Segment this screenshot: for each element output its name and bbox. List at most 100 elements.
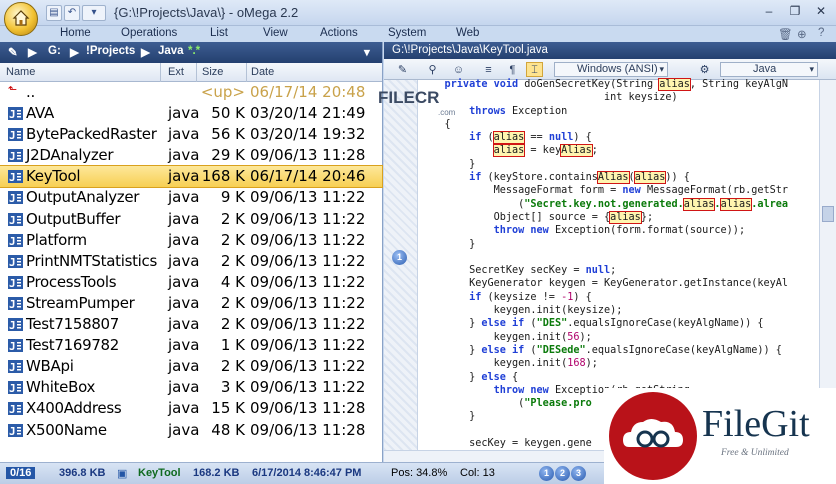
file-ext: java xyxy=(168,420,200,439)
col-name[interactable]: Name xyxy=(6,66,35,78)
scroll-thumb[interactable] xyxy=(822,206,834,222)
bookmark-3-button[interactable]: 3 xyxy=(571,466,586,481)
code-line: if (keyStore.containsAlias(alias)) { xyxy=(420,171,690,185)
word-wrap-icon[interactable]: ⌶ xyxy=(526,62,543,77)
file-size: 56 K xyxy=(211,125,245,144)
list-icon[interactable]: ≡ xyxy=(480,62,497,77)
file-date: 09/06/13 11:28 xyxy=(250,146,366,165)
editor-toolbar: ✎ ⚲ ☺ ≡ ¶ ⌶ Windows (ANSI) ▾ ⚙ Java ▾ xyxy=(384,59,836,80)
path-folder[interactable]: !Projects xyxy=(86,45,135,57)
file-row[interactable]: J J2DAnalyzer java 29 K 09/06/13 11:28 xyxy=(0,145,382,166)
file-ext: java xyxy=(168,125,200,144)
column-header: Name Ext Size Date xyxy=(0,63,382,82)
file-row[interactable]: J OutputBuffer java 2 K 09/06/13 11:22 xyxy=(0,209,382,230)
filegit-watermark: FileGit Free & Unlimited xyxy=(604,388,836,484)
ribbon-help-icon[interactable]: ? xyxy=(818,27,824,39)
col-ext[interactable]: Ext xyxy=(168,66,184,78)
status-selected-size: 396.8 KB xyxy=(59,467,106,479)
edit-mode-icon[interactable]: ✎ xyxy=(394,62,411,77)
file-date: 09/06/13 11:22 xyxy=(250,293,366,312)
file-row[interactable]: J Platform java 2 K 09/06/13 11:22 xyxy=(0,230,382,251)
ribbon-lock-icon[interactable]: ⊕ xyxy=(797,27,807,41)
tab-operations[interactable]: Operations xyxy=(121,27,177,39)
file-row[interactable]: J X500Name java 48 K 09/06/13 11:28 xyxy=(0,420,382,441)
path-filter[interactable]: *.* xyxy=(188,45,200,57)
settings-icon[interactable]: ⚙ xyxy=(696,62,713,77)
file-row[interactable]: J ProcessTools java 4 K 09/06/13 11:22 xyxy=(0,272,382,293)
file-size: 2 K xyxy=(220,251,245,270)
bookmark-1-button[interactable]: 1 xyxy=(539,466,554,481)
file-name: J2DAnalyzer xyxy=(26,146,114,165)
file-row[interactable]: J OutputAnalyzer java 9 K 09/06/13 11:22 xyxy=(0,187,382,208)
parent-dir-icon: ⬑ xyxy=(8,83,18,96)
status-current-size: 168.2 KB xyxy=(193,467,240,479)
find-icon[interactable]: ⚲ xyxy=(424,62,441,77)
svg-text:J: J xyxy=(9,340,16,352)
file-name: PrintNMTStatistics xyxy=(26,251,157,270)
save-icon[interactable]: ▤ xyxy=(46,5,62,21)
encoding-select[interactable]: Windows (ANSI) ▾ xyxy=(554,62,668,77)
file-ext: java xyxy=(168,336,200,355)
bookmark-2-button[interactable]: 2 xyxy=(555,466,570,481)
undo-icon[interactable]: ↶ xyxy=(64,5,80,21)
emoticon-icon[interactable]: ☺ xyxy=(450,62,467,77)
filecr-text: FILECR xyxy=(378,88,440,107)
file-row[interactable]: J WBApi java 2 K 09/06/13 11:22 xyxy=(0,356,382,377)
file-row[interactable]: J X400Address java 15 K 09/06/13 11:28 xyxy=(0,398,382,419)
file-size: 3 K xyxy=(220,378,245,397)
file-ext: java xyxy=(168,104,200,123)
quick-access-dropdown[interactable]: ▾ xyxy=(82,5,106,21)
edit-path-icon[interactable]: ✎ xyxy=(8,45,18,59)
minimize-button[interactable]: – xyxy=(760,3,778,19)
file-row[interactable]: J PrintNMTStatistics java 2 K 09/06/13 11:22 xyxy=(0,251,382,272)
syntax-value: Java xyxy=(753,63,777,75)
ribbon-trash-icon[interactable]: 🗑 xyxy=(778,27,793,41)
file-row[interactable]: J BytePackedRaster java 56 K 03/20/14 19:32 xyxy=(0,124,382,145)
file-name: StreamPumper xyxy=(26,293,135,312)
app-menu-button[interactable] xyxy=(4,2,38,36)
file-ext: java xyxy=(168,357,200,376)
restore-button[interactable]: ❐ xyxy=(786,3,804,19)
code-line: Object[] source = {alias}; xyxy=(420,210,654,224)
code-line: alias = keyAlias; xyxy=(492,144,598,158)
tab-web[interactable]: Web xyxy=(456,27,479,39)
close-button[interactable]: ✕ xyxy=(812,3,830,19)
status-count: 0/16 xyxy=(6,467,36,479)
path-dropdown-icon[interactable]: ▾ xyxy=(364,45,370,59)
parent-dir-row[interactable]: ⬑.. <up> 06/17/14 20:48 xyxy=(0,82,382,103)
file-ext: java xyxy=(168,272,200,291)
paragraph-icon[interactable]: ¶ xyxy=(504,62,521,77)
file-size: 2 K xyxy=(220,315,245,334)
path-drive[interactable]: G: xyxy=(48,45,61,57)
syntax-select[interactable]: Java ▾ xyxy=(720,62,818,77)
tab-actions[interactable]: Actions xyxy=(320,27,358,39)
java-file-icon: J xyxy=(8,339,23,353)
file-row[interactable]: J Test7169782 java 1 K 09/06/13 11:22 xyxy=(0,335,382,356)
file-row[interactable]: J StreamPumper java 2 K 09/06/13 11:22 xyxy=(0,293,382,314)
java-file-icon: J xyxy=(8,360,23,374)
file-row[interactable]: J AVA java 50 K 03/20/14 21:49 xyxy=(0,103,382,124)
java-file-icon: J xyxy=(8,170,23,184)
tab-view[interactable]: View xyxy=(263,27,288,39)
file-name: OutputBuffer xyxy=(26,209,121,228)
file-size: 168 K xyxy=(201,167,245,186)
file-date: 09/06/13 11:22 xyxy=(250,188,366,207)
code-line: if (keysize != -1) { xyxy=(420,291,592,303)
file-row[interactable]: J KeyTool java 168 K 06/17/14 20:46 xyxy=(0,165,383,189)
col-date[interactable]: Date xyxy=(251,66,274,78)
tab-list[interactable]: List xyxy=(210,27,228,39)
bookmark-marker[interactable]: 1 xyxy=(392,250,407,265)
file-size: 48 K xyxy=(211,420,245,439)
file-row[interactable]: J Test7158807 java 2 K 09/06/13 11:22 xyxy=(0,314,382,335)
file-size: 15 K xyxy=(211,399,245,418)
code-line: ("Secret.key.not.generated.alias.alias.a… xyxy=(420,197,789,211)
col-size[interactable]: Size xyxy=(202,66,223,78)
file-row[interactable]: J WhiteBox java 3 K 09/06/13 11:22 xyxy=(0,377,382,398)
path-forward-icon[interactable]: ▶ xyxy=(28,45,37,59)
file-name: Test7158807 xyxy=(26,315,120,334)
path-subfolder[interactable]: Java xyxy=(158,45,184,57)
file-name: KeyTool xyxy=(26,167,81,186)
tab-home[interactable]: Home xyxy=(60,27,91,39)
ribbon-tabs: Home Operations List View Actions System… xyxy=(0,26,836,42)
tab-system[interactable]: System xyxy=(388,27,426,39)
